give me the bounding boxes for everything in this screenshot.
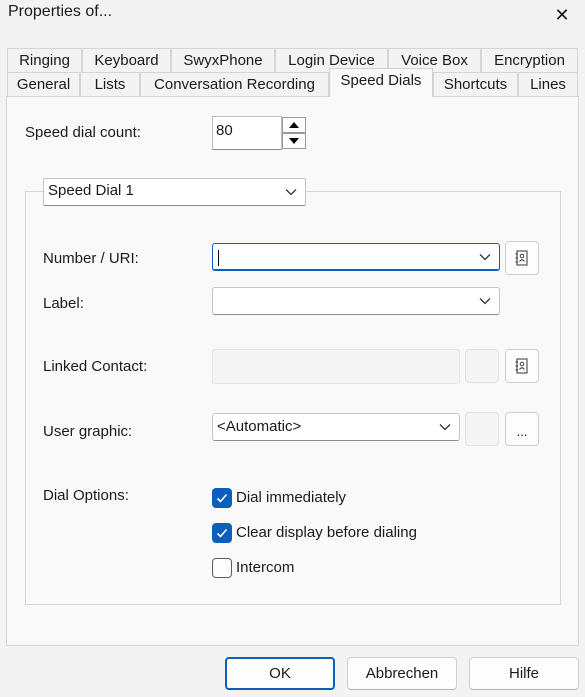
panel-content: Speed dial count: 80 Speed Dial 1 Number… — [0, 0, 585, 697]
clear-display-checkbox[interactable] — [212, 523, 232, 543]
number-uri-input[interactable] — [212, 243, 500, 271]
ok-button[interactable]: OK — [225, 657, 335, 690]
clear-display-label[interactable]: Clear display before dialing — [236, 524, 417, 541]
phonebook-button[interactable] — [505, 241, 539, 275]
intercom-label[interactable]: Intercom — [236, 559, 294, 576]
spin-up-button[interactable] — [282, 117, 306, 133]
chevron-down-icon — [285, 189, 297, 196]
arrow-up-icon — [289, 122, 299, 128]
label-input[interactable] — [212, 287, 500, 315]
number-uri-label: Number / URI: — [43, 250, 139, 267]
dial-options-label: Dial Options: — [43, 487, 129, 504]
help-button[interactable]: Hilfe — [469, 657, 579, 690]
chevron-down-icon — [479, 254, 491, 261]
linked-contact-label: Linked Contact: — [43, 358, 148, 375]
linked-contact-clear-button — [465, 349, 499, 383]
dial-immediately-checkbox[interactable] — [212, 488, 232, 508]
chevron-down-icon — [479, 298, 491, 305]
arrow-down-icon — [289, 138, 299, 144]
browse-button[interactable]: ... — [505, 412, 539, 446]
address-book-icon — [515, 250, 528, 266]
checkmark-icon — [216, 493, 228, 503]
chevron-down-icon — [439, 424, 451, 431]
linked-contact-field — [212, 349, 460, 384]
speed-dial-count-label: Speed dial count: — [25, 124, 141, 141]
speed-dial-count-input[interactable]: 80 — [212, 116, 282, 150]
user-graphic-value: <Automatic> — [217, 418, 302, 435]
address-book-icon — [515, 358, 528, 374]
cancel-button[interactable]: Abbrechen — [347, 657, 457, 690]
speed-dial-select-value: Speed Dial 1 — [48, 182, 134, 199]
spin-down-button[interactable] — [282, 133, 306, 149]
dial-immediately-label[interactable]: Dial immediately — [236, 489, 346, 506]
user-graphic-label: User graphic: — [43, 423, 133, 440]
text-cursor — [218, 250, 219, 267]
label-field-label: Label: — [43, 295, 84, 312]
intercom-checkbox[interactable] — [212, 558, 232, 578]
user-graphic-select[interactable]: <Automatic> — [212, 413, 460, 441]
checkmark-icon — [216, 528, 228, 538]
linked-contact-button[interactable] — [505, 349, 539, 383]
speed-dial-select[interactable]: Speed Dial 1 — [43, 178, 306, 206]
user-graphic-preview — [465, 412, 499, 446]
